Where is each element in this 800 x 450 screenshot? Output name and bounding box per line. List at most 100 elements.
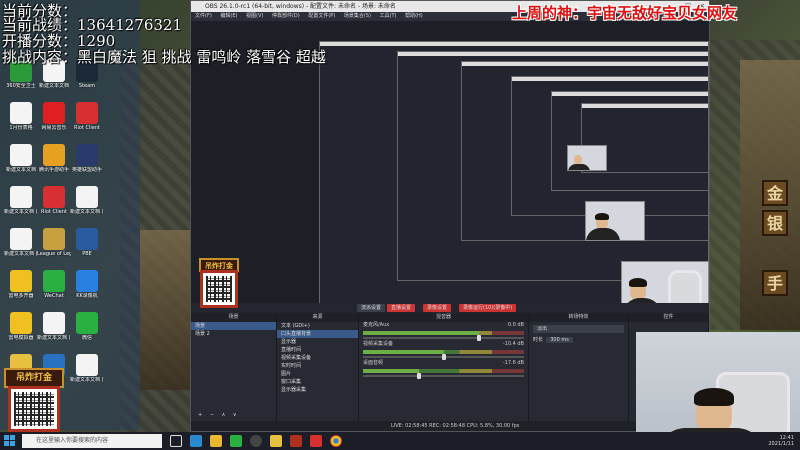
desktop-icon-label: 新建文本文档 (3)	[4, 209, 38, 215]
desktop-icon[interactable]: 新建文本文档	[4, 144, 38, 173]
scene-item[interactable]: 场景	[191, 322, 276, 330]
app-icon	[10, 312, 32, 334]
start-button[interactable]	[4, 435, 16, 447]
app-icon	[76, 354, 98, 376]
source-item[interactable]: 视频采集设备	[277, 354, 358, 362]
riot-icon[interactable]	[310, 435, 322, 447]
scene-up-button[interactable]: ∧	[219, 411, 229, 419]
game-sign-1: 金	[762, 180, 788, 206]
desktop-icon[interactable]: 英雄联盟助手	[70, 144, 104, 173]
mixer-db: 0.0 dB	[507, 322, 524, 328]
app-icon	[43, 228, 65, 250]
source-item[interactable]: 窗口采集	[277, 378, 358, 386]
add-scene-button[interactable]: +	[195, 411, 205, 419]
volume-slider[interactable]	[363, 373, 524, 379]
task-view-icon[interactable]	[170, 435, 182, 447]
sources-dock: 来源 文本 (GDI+) 口头直播背景 显示器 直播时间 视频采集设备 实时时间…	[277, 313, 359, 421]
desktop-icon[interactable]: 新建文本文档 (14)	[70, 186, 104, 215]
source-item[interactable]: 直播时间	[277, 346, 358, 354]
desktop-icon[interactable]: 微信	[70, 312, 104, 341]
source-item[interactable]: 口头直播背景	[277, 330, 358, 338]
scenes-toolbar: + − ∧ ∨	[191, 411, 240, 419]
explorer-icon[interactable]	[210, 435, 222, 447]
tab-record-settings[interactable]: 录像设置	[423, 304, 452, 312]
transition-select[interactable]: 淡出	[533, 325, 624, 333]
top-fan-banner: 上周的神：宇宙无敌好宝贝女网友	[512, 4, 738, 22]
source-item[interactable]: 图片	[277, 370, 358, 378]
webcam-preview-medium	[585, 201, 645, 241]
desktop-icon[interactable]: League of Legends	[37, 228, 71, 257]
qr-code-left	[8, 386, 60, 432]
taskbar-search-input[interactable]: 在这里输入你要搜索的内容	[22, 434, 162, 448]
controls-header: 控件	[629, 313, 708, 322]
windows-logo-icon	[4, 441, 9, 446]
desktop-icon[interactable]: PBE	[70, 228, 104, 257]
tab-live-settings[interactable]: 直播设置	[387, 304, 416, 312]
app-icon	[43, 144, 65, 166]
source-item[interactable]: 实时时间	[277, 362, 358, 370]
app-icon	[76, 270, 98, 292]
desktop-icon-label: Riot Client	[74, 125, 100, 131]
yy-icon[interactable]	[270, 435, 282, 447]
tab-record-status[interactable]: 录像运行(10)(录像中)	[459, 304, 517, 312]
duration-value[interactable]: 300 ms	[546, 337, 573, 343]
scene-item[interactable]: 场景 2	[191, 330, 276, 338]
menu-tools[interactable]: 工具(T)	[380, 13, 397, 19]
desktop-icon[interactable]: 新建文本文档 (9)	[70, 354, 104, 383]
desktop-icon[interactable]: KK录像机	[70, 270, 104, 299]
menu-scene-collection[interactable]: 场景集合(S)	[344, 13, 371, 19]
menu-edit[interactable]: 编辑(E)	[220, 13, 237, 19]
scene-down-button[interactable]: ∨	[230, 411, 240, 419]
source-item[interactable]: 显示器	[277, 338, 358, 346]
desktop-icon-label: 新建文本文档	[5, 167, 36, 173]
menu-profile[interactable]: 配置文件(P)	[308, 13, 335, 19]
desktop-icon[interactable]: Riot Client	[37, 186, 71, 215]
chrome-icon[interactable]	[330, 435, 342, 447]
tab-stream-settings[interactable]: 流派设置	[357, 304, 386, 312]
app-icon	[76, 186, 98, 208]
remove-scene-button[interactable]: −	[207, 411, 217, 419]
app-icon	[76, 228, 98, 250]
desktop-icon[interactable]: 新建文本文档 (12)	[37, 312, 71, 341]
mixer-dock: 混音器 麦克风/Aux 0.0 dB 视频采集设备 -10.4 dB 桌面音频 …	[359, 313, 529, 421]
windows-taskbar: 在这里输入你要搜索的内容 12:41 2021/1/11	[0, 432, 800, 450]
desktop-icon-label: League of Legends	[37, 251, 71, 257]
desktop-icon-label: 微信	[81, 335, 92, 341]
desktop-icon[interactable]: WeChat	[37, 270, 71, 299]
desktop-icon[interactable]: 网易云音乐	[37, 102, 71, 131]
mixer-header: 混音器	[359, 313, 528, 322]
obs-docks: 场景 场景 场景 2 + − ∧ ∨ 来源 文本 (GDI+) 口头直播背景 显…	[191, 313, 709, 421]
game-icon[interactable]	[290, 435, 302, 447]
wechat-icon[interactable]	[230, 435, 242, 447]
desktop-icon[interactable]: 新建文本文档 (3)	[4, 186, 38, 215]
desktop-icon[interactable]: 雷电模拟器	[4, 312, 38, 341]
stream-frame: 金 银 手 仓 360安全卫士新建文本文档Steam1月份表格网易云音乐Riot…	[0, 0, 800, 450]
desktop-icon[interactable]: 腾讯手游助手	[37, 144, 71, 173]
taskbar-clock[interactable]: 12:41 2021/1/11	[768, 435, 794, 447]
volume-slider[interactable]	[363, 335, 524, 341]
source-item[interactable]: 文本 (GDI+)	[277, 322, 358, 330]
desktop-icon[interactable]: 1月份表格	[4, 102, 38, 131]
mixer-db: -10.4 dB	[502, 341, 524, 347]
menu-file[interactable]: 文件(F)	[195, 13, 212, 19]
game-sign-3: 手	[762, 270, 788, 296]
volume-slider[interactable]	[363, 354, 524, 360]
desktop-icon[interactable]: 雷电多开器	[4, 270, 38, 299]
challenge-value: 黑白魔法 狙 挑战 雷鸣岭 落雪谷 超越	[77, 48, 326, 66]
obs-status-bar: LIVE: 02:58:45 REC: 02:58:48 CPU: 5.8%, …	[191, 421, 709, 431]
edge-icon[interactable]	[190, 435, 202, 447]
obs-taskbar-icon[interactable]	[250, 435, 262, 447]
app-icon	[76, 312, 98, 334]
desktop-icon-label: 新建文本文档 (9)	[70, 377, 104, 383]
desktop-icon[interactable]: Riot Client	[70, 102, 104, 131]
game-sign-2: 银	[762, 210, 788, 236]
desktop-icon-label: 雷电多开器	[8, 293, 34, 299]
person-hair	[629, 278, 647, 287]
app-icon	[43, 312, 65, 334]
source-item[interactable]: 显示器采集	[277, 386, 358, 394]
desktop-icon-label: 新建文本文档 (12)	[37, 335, 71, 341]
menu-docks[interactable]: 停靠部件(D)	[272, 13, 300, 19]
desktop-icon[interactable]: 新建文本文档 (13)	[4, 228, 38, 257]
menu-help[interactable]: 帮助(H)	[405, 13, 423, 19]
menu-view[interactable]: 视图(V)	[246, 13, 263, 19]
